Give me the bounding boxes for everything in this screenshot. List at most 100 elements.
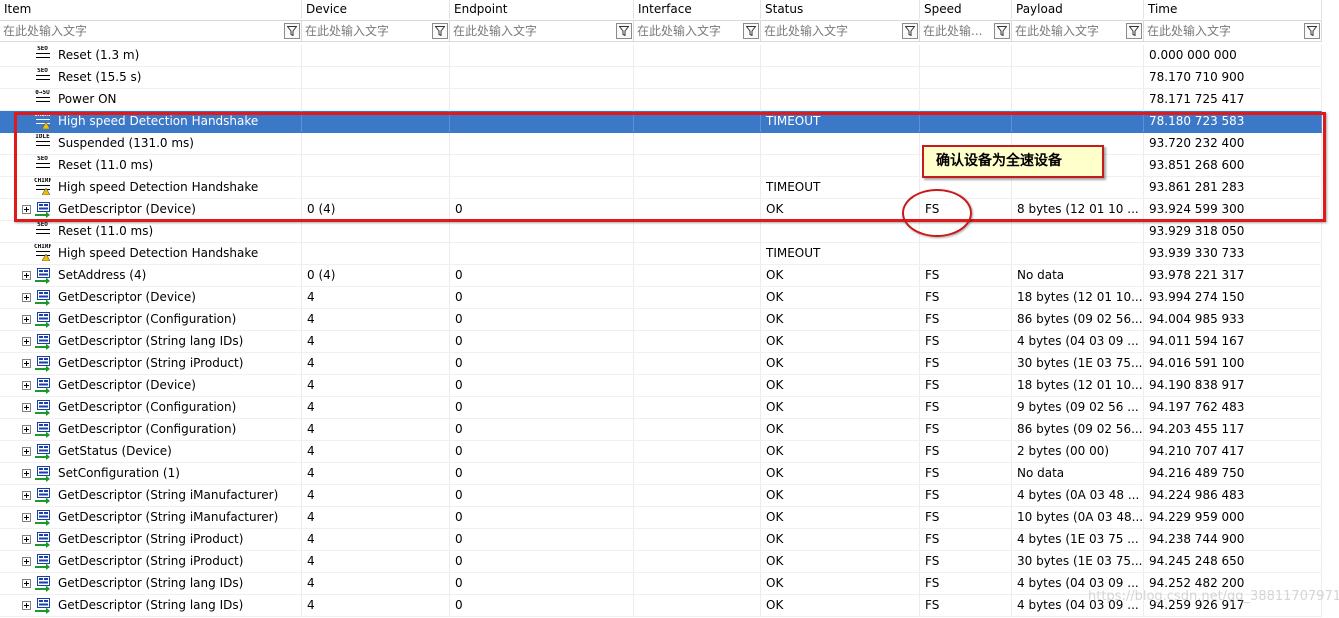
filter-field-item[interactable]: 在此处输入文字 [0, 20, 302, 42]
cell-time: 78.180 723 583 [1144, 111, 1322, 132]
table-row[interactable]: CHIRP High speed Detection Handshake TIMEO… [0, 243, 1322, 265]
expand-plus-icon[interactable] [22, 557, 31, 566]
table-row[interactable]: GetDescriptor (Device) 0 (4) 0 OK FS 8 bytes … [0, 199, 1322, 221]
cell-device [302, 89, 450, 110]
expand-plus-icon[interactable] [22, 381, 31, 390]
column-header-speed[interactable]: Speed [920, 0, 1012, 19]
cell-speed: FS [920, 529, 1012, 550]
column-header-interface[interactable]: Interface [634, 0, 761, 19]
filter-funnel-icon[interactable] [616, 23, 632, 39]
cell-device: 0 (4) [302, 199, 450, 220]
filter-field-endpoint[interactable]: 在此处输入文字 [450, 20, 634, 42]
cell-item: GetDescriptor (String iProduct) [0, 529, 302, 550]
table-row[interactable]: GetDescriptor (Device) 4 0 OK FS 18 bytes (12… [0, 375, 1322, 397]
table-row[interactable]: CHIRP High speed Detection Handshake TIMEO… [0, 177, 1322, 199]
table-row[interactable]: SEO Reset (11.0 ms) 93.929 318 050 [0, 221, 1322, 243]
expand-plus-icon[interactable] [22, 469, 31, 478]
table-row[interactable]: SetAddress (4) 0 (4) 0 OK FS No data 93.978 22… [0, 265, 1322, 287]
table-row[interactable]: IDLE Suspended (131.0 ms) 93.720 232 400 [0, 133, 1322, 155]
expand-plus-icon[interactable] [22, 293, 31, 302]
filter-funnel-icon[interactable] [902, 23, 918, 39]
expand-plus-icon[interactable] [22, 315, 31, 324]
cell-device: 4 [302, 463, 450, 484]
cell-speed: FS [920, 507, 1012, 528]
cell-time: 93.994 274 150 [1144, 287, 1322, 308]
expand-plus-icon[interactable] [22, 403, 31, 412]
expand-plus-icon[interactable] [22, 601, 31, 610]
cell-status: OK [761, 507, 920, 528]
expand-plus-icon[interactable] [22, 205, 31, 214]
item-label: GetDescriptor (String iProduct) [58, 532, 244, 546]
cell-interface [634, 529, 761, 550]
filter-funnel-icon[interactable] [994, 23, 1010, 39]
table-row[interactable]: CHIRP High speed Detection Handshake TIMEO… [0, 111, 1322, 133]
cell-device: 4 [302, 573, 450, 594]
cell-endpoint [450, 111, 634, 132]
cell-status: OK [761, 573, 920, 594]
column-header-item[interactable]: Item [0, 0, 302, 19]
power-on-icon: 0→5U [34, 90, 51, 108]
cell-time: 93.939 330 733 [1144, 243, 1322, 264]
filter-funnel-icon[interactable] [432, 23, 448, 39]
expand-plus-icon[interactable] [22, 513, 31, 522]
table-row[interactable]: GetDescriptor (String iManufacturer) 4 0 OK… [0, 507, 1322, 529]
table-row[interactable]: GetDescriptor (String iProduct) 4 0 OK FS 4 b… [0, 529, 1322, 551]
filter-field-payload[interactable]: 在此处输入文字 [1012, 20, 1144, 42]
expand-plus-icon[interactable] [22, 359, 31, 368]
vertical-scrollbar[interactable] [1322, 0, 1339, 618]
usb-transaction-grid: Item Device Endpoint Interface Status Speed Pa… [0, 0, 1339, 618]
expand-plus-icon[interactable] [22, 271, 31, 280]
table-row[interactable]: 0→5U Power ON 78.171 725 417 [0, 89, 1322, 111]
table-row[interactable]: GetDescriptor (Configuration) 4 0 OK FS 86 by… [0, 309, 1322, 331]
cell-speed [920, 111, 1012, 132]
table-row[interactable]: SEO Reset (15.5 s) 78.170 710 900 [0, 67, 1322, 89]
table-row[interactable]: GetDescriptor (Configuration) 4 0 OK FS 9 byt… [0, 397, 1322, 419]
expand-plus-icon[interactable] [22, 491, 31, 500]
cell-item: CHIRP High speed Detection Handshake [0, 243, 302, 264]
table-row[interactable]: GetDescriptor (String iManufacturer) 4 0 OK… [0, 485, 1322, 507]
filter-field-time[interactable]: 在此处输入文字 [1144, 20, 1322, 42]
table-row[interactable]: GetDescriptor (String iProduct) 4 0 OK FS 30 … [0, 551, 1322, 573]
filter-funnel-icon[interactable] [284, 23, 300, 39]
item-label: GetDescriptor (String lang IDs) [58, 598, 244, 612]
item-label: High speed Detection Handshake [58, 114, 259, 128]
filter-field-speed[interactable]: 在此处输... [920, 20, 1012, 42]
expand-plus-icon[interactable] [22, 337, 31, 346]
table-row[interactable]: GetStatus (Device) 4 0 OK FS 2 bytes (00 00) 9… [0, 441, 1322, 463]
filter-funnel-icon[interactable] [1126, 23, 1142, 39]
expand-plus-icon[interactable] [22, 425, 31, 434]
column-header-device[interactable]: Device [302, 0, 450, 19]
cell-item: CHIRP High speed Detection Handshake [0, 111, 302, 132]
expand-plus-icon[interactable] [22, 535, 31, 544]
cell-speed: FS [920, 375, 1012, 396]
column-header-status[interactable]: Status [761, 0, 920, 19]
icon-glyph-label: IDLE [35, 134, 50, 140]
table-row[interactable]: GetDescriptor (String lang IDs) 4 0 OK FS 4 b… [0, 331, 1322, 353]
filter-funnel-icon[interactable] [743, 23, 759, 39]
column-header-payload[interactable]: Payload [1012, 0, 1144, 19]
table-row[interactable]: GetDescriptor (Configuration) 4 0 OK FS 86 by… [0, 419, 1322, 441]
cell-interface [634, 287, 761, 308]
table-row[interactable]: GetDescriptor (Device) 4 0 OK FS 18 bytes (12… [0, 287, 1322, 309]
expand-plus-icon[interactable] [22, 579, 31, 588]
filter-field-status[interactable]: 在此处输入文字 [761, 20, 920, 42]
icon-glyph-label: 0→5U [35, 90, 50, 96]
filter-field-device[interactable]: 在此处输入文字 [302, 20, 450, 42]
column-header-endpoint[interactable]: Endpoint [450, 0, 634, 19]
table-row[interactable]: SEO Reset (1.3 m) 0.000 000 000 [0, 45, 1322, 67]
cell-time: 78.170 710 900 [1144, 67, 1322, 88]
expand-plus-icon[interactable] [22, 447, 31, 456]
item-label: GetDescriptor (Device) [58, 202, 196, 216]
cell-interface [634, 45, 761, 66]
table-row[interactable]: SetConfiguration (1) 4 0 OK FS No data 94.216 … [0, 463, 1322, 485]
column-header-time[interactable]: Time [1144, 0, 1322, 19]
table-row[interactable]: GetDescriptor (String iProduct) 4 0 OK FS 30 … [0, 353, 1322, 375]
table-row[interactable]: SEO Reset (11.0 ms) 93.851 268 600 [0, 155, 1322, 177]
chirp-warning-icon: CHIRP [34, 244, 51, 262]
filter-funnel-icon[interactable] [1304, 23, 1320, 39]
cell-endpoint: 0 [450, 529, 634, 550]
cell-item: SetAddress (4) [0, 265, 302, 286]
filter-placeholder: 在此处输入文字 [305, 24, 390, 38]
filter-placeholder: 在此处输入文字 [453, 24, 538, 38]
filter-field-interface[interactable]: 在此处输入文字 [634, 20, 761, 42]
